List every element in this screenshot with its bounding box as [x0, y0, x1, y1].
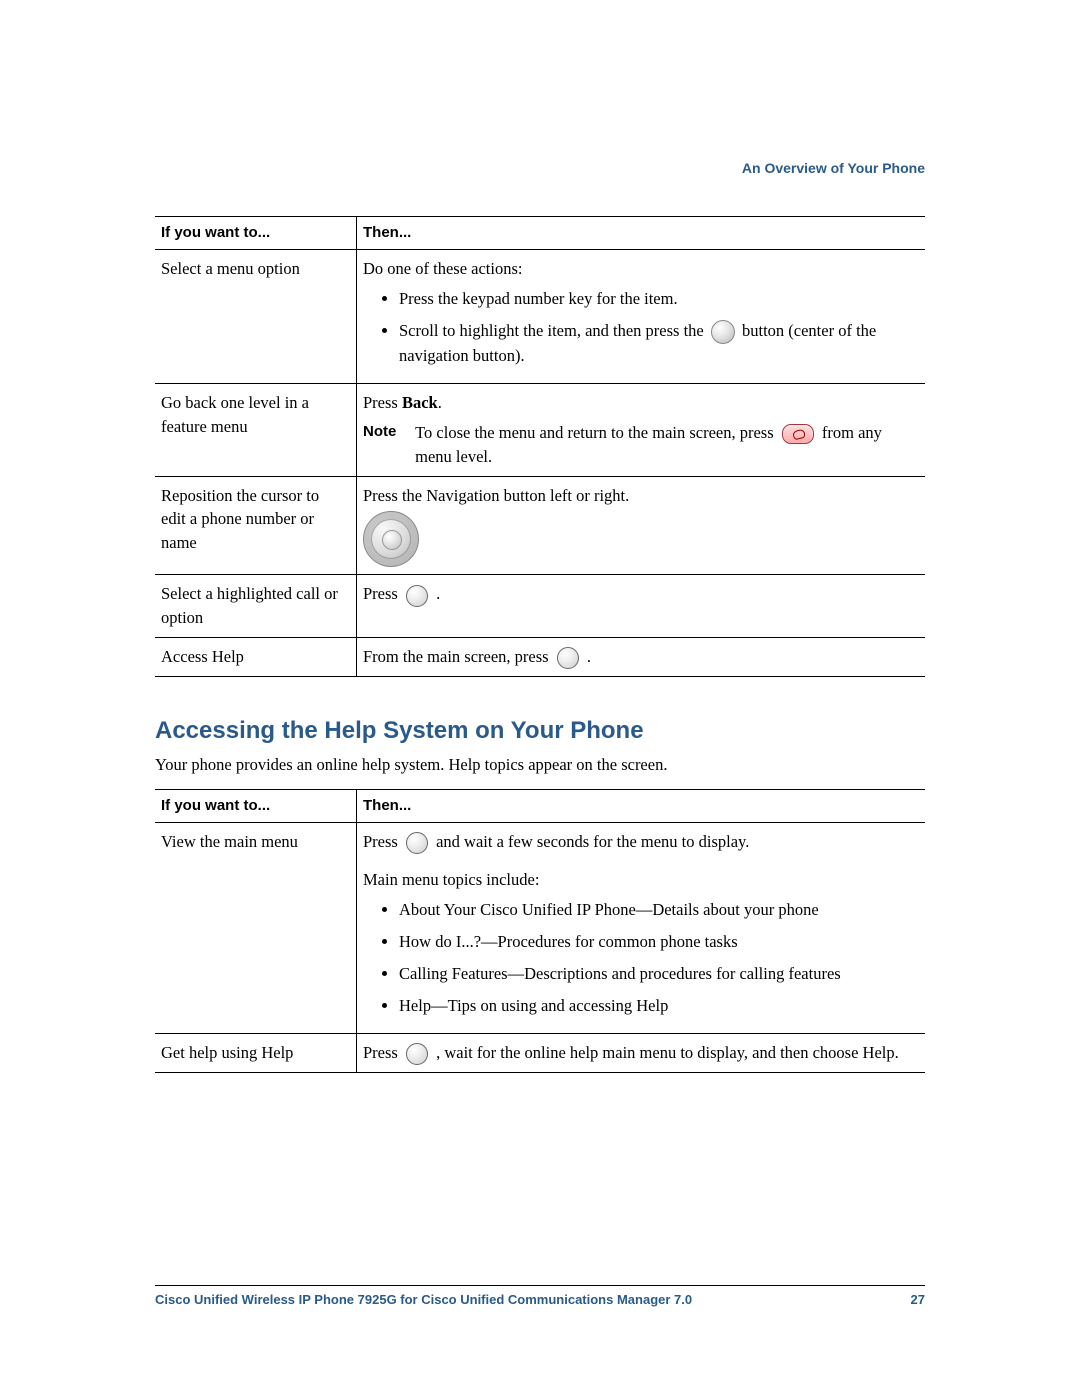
page-footer: Cisco Unified Wireless IP Phone 7925G fo… [155, 1285, 925, 1307]
t2r0-after: and wait a few seconds for the menu to d… [436, 832, 749, 851]
note-text-a: To close the menu and return to the main… [415, 423, 778, 442]
row3-dot: . [436, 584, 440, 603]
table-row: Reposition the cursor to edit a phone nu… [155, 476, 925, 575]
navigation-button-icon [363, 511, 419, 567]
list-item: Scroll to highlight the item, and then p… [399, 319, 919, 368]
row1-dot: . [438, 393, 442, 412]
row3-press: Press [363, 584, 402, 603]
table-row: Go back one level in a feature menu Pres… [155, 383, 925, 476]
table-row: View the main menu Press and wait a few … [155, 823, 925, 1034]
list-item: Press the keypad number key for the item… [399, 287, 919, 311]
row-then: From the main screen, press . [357, 638, 926, 677]
row-if: Select a highlighted call or option [155, 575, 357, 638]
list-item: How do I...?—Procedures for common phone… [399, 930, 919, 954]
footer-title: Cisco Unified Wireless IP Phone 7925G fo… [155, 1292, 692, 1307]
list-item: About Your Cisco Unified IP Phone—Detail… [399, 898, 919, 922]
table2-header-col2: Then... [357, 790, 926, 823]
select-button-icon [711, 320, 735, 344]
row-then: Press the Navigation button left or righ… [357, 476, 926, 575]
t2r1-press: Press [363, 1043, 402, 1062]
row-if: Select a menu option [155, 249, 357, 383]
instruction-table-2: If you want to... Then... View the main … [155, 789, 925, 1073]
instruction-table-1: If you want to... Then... Select a menu … [155, 216, 925, 677]
end-call-icon [782, 424, 814, 444]
row2-text: Press the Navigation button left or righ… [363, 486, 629, 505]
table-row: Select a menu option Do one of these act… [155, 249, 925, 383]
note-body: To close the menu and return to the main… [415, 421, 905, 469]
row-then: Press , wait for the online help main me… [357, 1034, 926, 1073]
row-if: Get help using Help [155, 1034, 357, 1073]
row-if: View the main menu [155, 823, 357, 1034]
select-button-icon [406, 1043, 428, 1065]
section-heading: Accessing the Help System on Your Phone [155, 717, 925, 745]
row1-press: Press [363, 393, 402, 412]
row-then: Press . [357, 575, 926, 638]
t2r1-after: , wait for the online help main menu to … [436, 1043, 899, 1062]
row4-text: From the main screen, press [363, 647, 553, 666]
row-if: Reposition the cursor to edit a phone nu… [155, 476, 357, 575]
row-then: Press and wait a few seconds for the men… [357, 823, 926, 1034]
table1-header-col1: If you want to... [155, 217, 357, 250]
row4-dot: . [587, 647, 591, 666]
row-then: Press Back. Note To close the menu and r… [357, 383, 926, 476]
select-button-icon [406, 832, 428, 854]
table-row: Access Help From the main screen, press … [155, 638, 925, 677]
list-item: Help—Tips on using and accessing Help [399, 994, 919, 1018]
table-row: Select a highlighted call or option Pres… [155, 575, 925, 638]
row0-lead: Do one of these actions: [363, 259, 522, 278]
table-row: Get help using Help Press , wait for the… [155, 1034, 925, 1073]
list-item: Calling Features—Descriptions and proced… [399, 962, 919, 986]
select-button-icon [557, 647, 579, 669]
row0-b2a: Scroll to highlight the item, and then p… [399, 321, 708, 340]
t2r0-press: Press [363, 832, 402, 851]
select-button-icon [406, 585, 428, 607]
back-label: Back [402, 393, 438, 412]
row-if: Access Help [155, 638, 357, 677]
section-intro: Your phone provides an online help syste… [155, 755, 925, 775]
table1-header-col2: Then... [357, 217, 926, 250]
page-number: 27 [911, 1292, 925, 1307]
note-label: Note [363, 421, 411, 443]
row-then: Do one of these actions: Press the keypa… [357, 249, 926, 383]
table2-header-col1: If you want to... [155, 790, 357, 823]
chapter-header: An Overview of Your Phone [155, 160, 925, 176]
topics-lead: Main menu topics include: [363, 868, 919, 892]
row-if: Go back one level in a feature menu [155, 383, 357, 476]
